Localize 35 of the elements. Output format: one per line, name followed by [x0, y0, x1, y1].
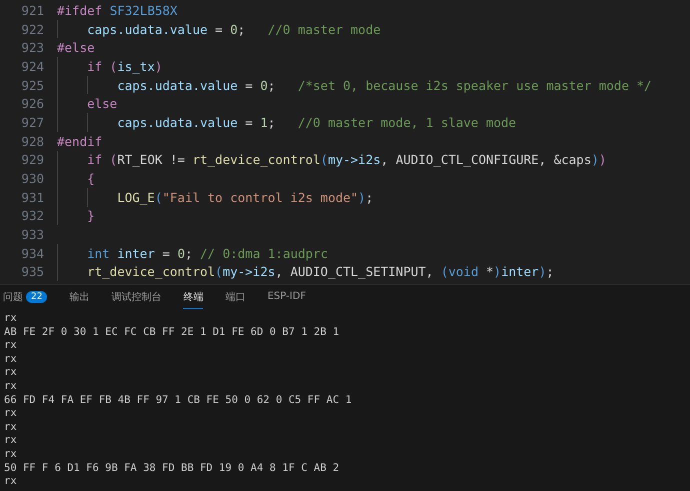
- terminal-line: rx: [4, 407, 17, 421]
- line-number: 927: [20, 114, 45, 130]
- line-number: 928: [20, 134, 45, 149]
- terminal-line: AB FE 2F 0 30 1 EC FC CB FF 2E 1 D1 FE 6D 0 B7 1 2B 1: [4, 326, 340, 340]
- line-number: 935: [20, 264, 45, 280]
- terminal-line: rx: [4, 448, 17, 462]
- terminal-line: rx: [4, 420, 17, 434]
- terminal-line: rx: [4, 380, 17, 394]
- line-number: 926: [20, 96, 45, 112]
- terminal-line: 50 FF F 6 D1 F6 9B FA 38 FD BB FD 19 0 A4 8 1F C AB 2: [4, 462, 340, 476]
- line-number: 922: [20, 22, 45, 37]
- panel-tab[interactable]: 问题 22: [3, 285, 48, 309]
- terminal-line: 66 FD F4 FA EF FB 4B FF 97 1 CB FE 50 0 62 0 C5 FF AC 1: [4, 394, 352, 408]
- terminal-line: rx: [4, 312, 17, 326]
- count-badge: 22: [26, 290, 48, 302]
- line-number: 929: [20, 152, 45, 168]
- line-number: 923: [20, 40, 45, 56]
- panel-tab[interactable]: ESP-IDF: [267, 285, 306, 309]
- terminal-line: rx: [4, 475, 17, 489]
- terminal-line: rx: [4, 352, 17, 366]
- panel-tab[interactable]: 调试控制台: [111, 285, 162, 309]
- line-number: 924: [20, 58, 45, 74]
- terminal-line: rx: [4, 434, 17, 448]
- line-number: 930: [20, 171, 45, 186]
- panel-tab[interactable]: 端口: [225, 285, 246, 309]
- line-number: 932: [20, 208, 45, 224]
- terminal-line: rx: [4, 339, 17, 353]
- line-number: 933: [20, 227, 45, 242]
- terminal-line: rx: [4, 366, 17, 380]
- line-number: 925: [20, 78, 45, 93]
- panel-tab[interactable]: 终端: [183, 285, 204, 309]
- line-number: 934: [20, 246, 45, 261]
- line-number: 921: [20, 2, 45, 18]
- line-number: 931: [20, 190, 45, 205]
- panel-tab[interactable]: 输出: [69, 285, 90, 309]
